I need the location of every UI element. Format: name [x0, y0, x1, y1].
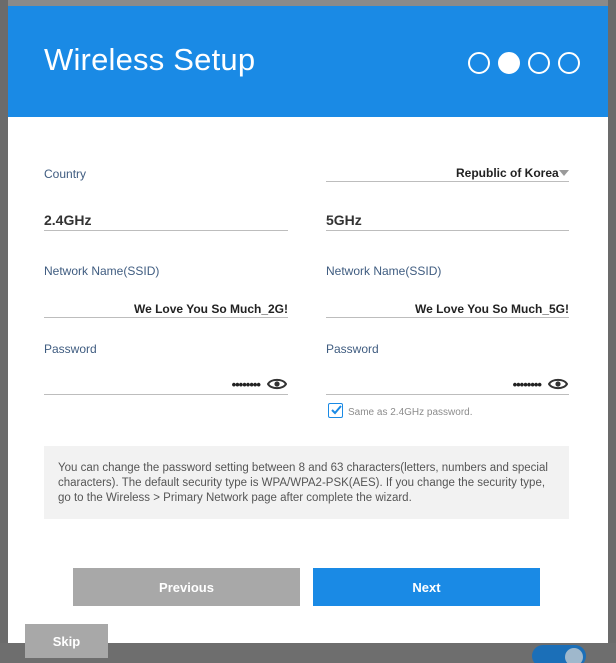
step-1-dot [468, 52, 490, 74]
dialog-header: Wireless Setup [8, 6, 608, 117]
show-password-24-icon[interactable] [266, 377, 288, 391]
ssid-24-underline[interactable] [44, 317, 288, 318]
step-4-dot [558, 52, 580, 74]
country-select-value[interactable]: Republic of Korea [456, 166, 559, 180]
country-label: Country [44, 167, 87, 181]
password-5-label: Password [326, 342, 379, 356]
same-password-checkbox[interactable] [328, 403, 343, 418]
ssid-5-label: Network Name(SSID) [326, 264, 442, 278]
step-2-dot [498, 52, 520, 74]
background-toggle [532, 645, 586, 663]
password-24-label: Password [44, 342, 97, 356]
ssid-5-input[interactable]: We Love You So Much_5G! [326, 302, 569, 316]
password-5-input[interactable]: •••••••• [439, 377, 542, 392]
dialog-title: Wireless Setup [44, 42, 256, 77]
band-24ghz-divider [44, 230, 288, 231]
show-password-5-icon[interactable] [547, 377, 569, 391]
password-24-underline[interactable] [44, 394, 288, 395]
next-button[interactable]: Next [313, 568, 540, 606]
wireless-setup-dialog: Wireless Setup Country Republic of Korea… [8, 6, 608, 643]
band-5ghz-title: 5GHz [326, 212, 362, 228]
password-5-underline[interactable] [326, 394, 569, 395]
step-3-dot [528, 52, 550, 74]
skip-button[interactable]: Skip [25, 624, 108, 658]
step-indicator [468, 52, 580, 74]
previous-button[interactable]: Previous [73, 568, 300, 606]
band-24ghz-title: 2.4GHz [44, 212, 92, 228]
ssid-5-underline[interactable] [326, 317, 569, 318]
band-5ghz-divider [326, 230, 569, 231]
password-info-box: You can change the password setting betw… [44, 446, 569, 519]
password-24-input[interactable]: •••••••• [158, 377, 261, 392]
chevron-down-icon[interactable] [559, 170, 569, 176]
ssid-24-input[interactable]: We Love You So Much_2G! [44, 302, 288, 316]
ssid-24-label: Network Name(SSID) [44, 264, 160, 278]
same-password-label[interactable]: Same as 2.4GHz password. [348, 407, 473, 418]
country-select-underline[interactable] [326, 181, 569, 182]
